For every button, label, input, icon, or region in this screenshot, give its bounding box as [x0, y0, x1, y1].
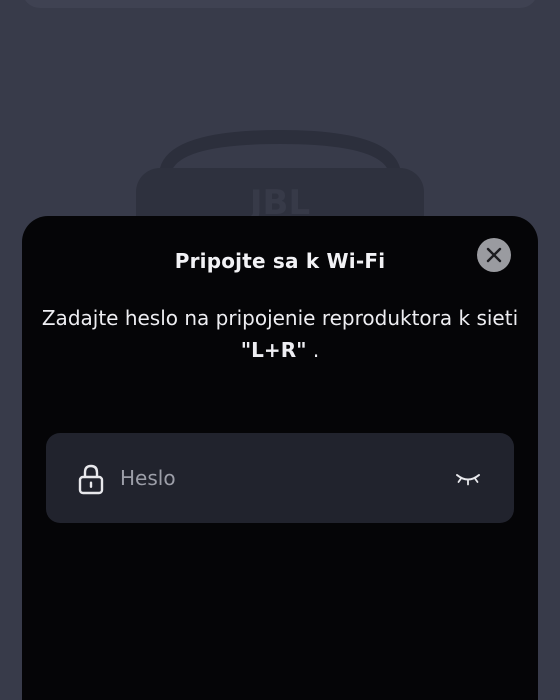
close-button[interactable] — [477, 238, 511, 272]
lock-icon — [78, 464, 104, 495]
speaker-image: JBL — [130, 120, 430, 230]
dialog-title: Pripojte sa k Wi-Fi — [174, 249, 386, 273]
message-text: Zadajte heslo na pripojenie reproduktora… — [41, 306, 519, 330]
background-card — [22, 0, 538, 8]
message-suffix: . — [306, 338, 320, 362]
wifi-dialog: Pripojte sa k Wi-Fi Zadajte heslo na pri… — [22, 216, 538, 700]
eye-closed-icon[interactable] — [453, 466, 483, 490]
dialog-message: Zadajte heslo na pripojenie reproduktora… — [36, 302, 524, 366]
password-field[interactable] — [46, 433, 514, 523]
network-name: "L+R" — [240, 338, 307, 362]
close-icon — [486, 247, 502, 263]
password-input[interactable] — [120, 463, 440, 493]
